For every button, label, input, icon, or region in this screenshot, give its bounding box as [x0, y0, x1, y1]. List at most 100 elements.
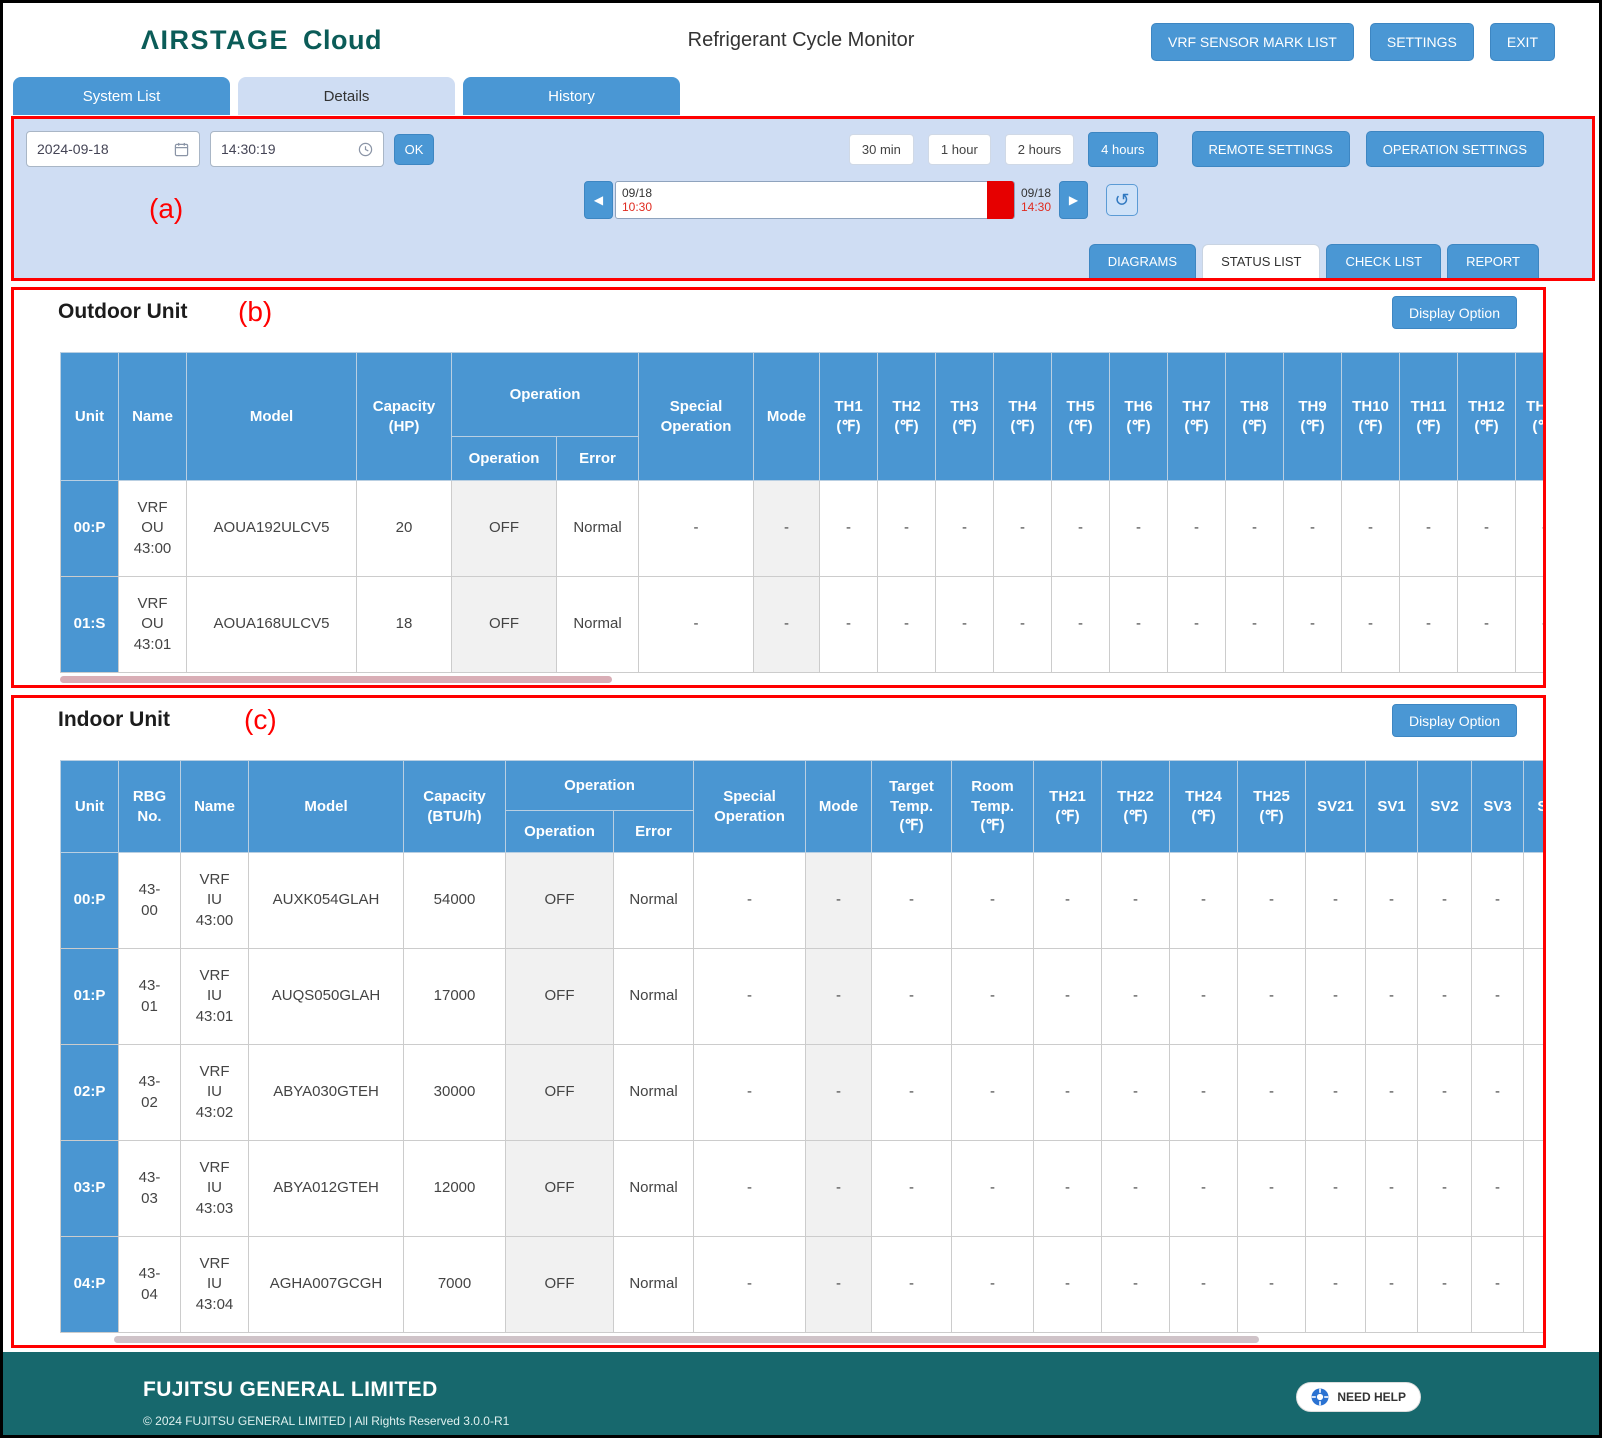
column-header-mode: Mode	[806, 761, 872, 853]
exit-button[interactable]: EXIT	[1490, 23, 1555, 61]
logo-suffix: Cloud	[303, 25, 382, 55]
tab-system-list[interactable]: System List	[13, 77, 230, 115]
cell: -	[1418, 1045, 1472, 1141]
cell: -	[639, 481, 754, 577]
timeline-prev-button[interactable]: ◀	[584, 181, 613, 219]
cell: -	[878, 481, 936, 577]
cell: 18	[357, 577, 452, 673]
tab-history[interactable]: History	[463, 77, 680, 115]
cell: -	[1400, 577, 1458, 673]
column-header-sv21: SV21	[1306, 761, 1366, 853]
time-input[interactable]: 14:30:19	[210, 131, 384, 167]
cell: -	[1366, 1141, 1418, 1237]
column-header-th24: TH24 (℉)	[1170, 761, 1238, 853]
cell: -	[1170, 853, 1238, 949]
cell: -	[1102, 1237, 1170, 1333]
column-subheader-operation: Operation	[452, 437, 557, 481]
timeline-start-date: 09/18	[622, 186, 652, 200]
cell: -	[1418, 853, 1472, 949]
footer: FUJITSU GENERAL LIMITED © 2024 FUJITSU G…	[3, 1352, 1599, 1438]
refresh-button[interactable]: ↺	[1106, 184, 1138, 216]
cell: -	[1170, 949, 1238, 1045]
cell: -	[1472, 1237, 1524, 1333]
vrf-sensor-mark-list-button[interactable]: VRF SENSOR MARK LIST	[1151, 23, 1354, 61]
tab-report[interactable]: REPORT	[1447, 244, 1539, 278]
cell: -	[1418, 949, 1472, 1045]
cell: -	[1238, 1237, 1306, 1333]
cell: -	[1110, 481, 1168, 577]
column-header-sv4: SV4	[1524, 761, 1544, 853]
annotation-box-c: (c) Indoor Unit Display Option UnitRBG N…	[11, 695, 1546, 1348]
cell: 00:P	[61, 481, 119, 577]
column-header-model: Model	[249, 761, 404, 853]
cell: 7000	[404, 1237, 506, 1333]
cell: -	[1524, 1141, 1544, 1237]
cell: -	[952, 1045, 1034, 1141]
tab-check-list[interactable]: CHECK LIST	[1326, 244, 1441, 278]
column-header-th12: TH12 (℉)	[1458, 353, 1516, 481]
cell: AOUA192ULCV5	[187, 481, 357, 577]
timeline-track[interactable]: 09/18 10:30	[615, 181, 1015, 219]
cell: -	[1052, 577, 1110, 673]
cell: OFF	[506, 949, 614, 1045]
cell: -	[1102, 853, 1170, 949]
topbar-buttons: VRF SENSOR MARK LIST SETTINGS EXIT	[1151, 23, 1555, 61]
cell: -	[1034, 949, 1102, 1045]
range-1hour-button[interactable]: 1 hour	[928, 134, 991, 165]
cell: -	[694, 1237, 806, 1333]
cell: -	[754, 481, 820, 577]
column-header-sv3: SV3	[1472, 761, 1524, 853]
cell: -	[1306, 949, 1366, 1045]
column-header-th4: TH4 (℉)	[994, 353, 1052, 481]
column-header-th9: TH9 (℉)	[1284, 353, 1342, 481]
column-header-capacity: Capacity (HP)	[357, 353, 452, 481]
page: ΛIRSTAGECloud Refrigerant Cycle Monitor …	[0, 0, 1602, 1438]
cell: -	[1524, 853, 1544, 949]
cell: -	[1516, 481, 1544, 577]
cell: -	[1458, 481, 1516, 577]
operation-settings-button[interactable]: OPERATION SETTINGS	[1366, 131, 1544, 167]
timeline-end-date: 09/18	[1021, 186, 1051, 200]
tab-details[interactable]: Details	[238, 77, 455, 115]
indoor-display-option-button[interactable]: Display Option	[1392, 704, 1517, 737]
column-header-special: Special Operation	[639, 353, 754, 481]
need-help-button[interactable]: NEED HELP	[1296, 1382, 1421, 1412]
date-input[interactable]: 2024-09-18	[26, 131, 200, 167]
cell: -	[878, 577, 936, 673]
timeline-next-button[interactable]: ▶	[1059, 181, 1088, 219]
page-title: Refrigerant Cycle Monitor	[688, 29, 915, 52]
cell: -	[1052, 481, 1110, 577]
timeline-end-time: 14:30	[1021, 200, 1051, 214]
column-subheader-operation: Operation	[506, 811, 614, 853]
cell: -	[1284, 577, 1342, 673]
range-30min-button[interactable]: 30 min	[849, 134, 914, 165]
timeline-handle[interactable]	[987, 181, 1014, 219]
remote-settings-button[interactable]: REMOTE SETTINGS	[1192, 131, 1350, 167]
ok-button[interactable]: OK	[394, 134, 434, 165]
range-2hours-button[interactable]: 2 hours	[1005, 134, 1074, 165]
cell: -	[1306, 1045, 1366, 1141]
column-header-unit: Unit	[61, 761, 119, 853]
indoor-horizontal-scrollbar[interactable]	[114, 1336, 1259, 1343]
cell: -	[694, 853, 806, 949]
cell: -	[1170, 1237, 1238, 1333]
annotation-c: (c)	[244, 706, 277, 734]
outdoor-horizontal-scrollbar[interactable]	[60, 676, 612, 683]
range-4hours-button[interactable]: 4 hours	[1088, 132, 1157, 167]
outdoor-display-option-button[interactable]: Display Option	[1392, 296, 1517, 329]
cell: -	[820, 481, 878, 577]
cell: -	[1102, 949, 1170, 1045]
column-header-th21: TH21 (℉)	[1034, 761, 1102, 853]
cell: -	[994, 577, 1052, 673]
toolbar-row-datetime: 2024-09-18 14:30:19 OK	[26, 131, 1544, 167]
cell: AGHA007GCGH	[249, 1237, 404, 1333]
settings-button[interactable]: SETTINGS	[1370, 23, 1474, 61]
cell: OFF	[506, 1141, 614, 1237]
column-header-sv1: SV1	[1366, 761, 1418, 853]
cell: -	[1110, 577, 1168, 673]
toolbar-right-group: 30 min 1 hour 2 hours 4 hours REMOTE SET…	[849, 131, 1544, 167]
tab-diagrams[interactable]: DIAGRAMS	[1089, 244, 1196, 278]
column-subheader-error: Error	[557, 437, 639, 481]
cell: -	[1170, 1141, 1238, 1237]
tab-status-list[interactable]: STATUS LIST	[1202, 244, 1320, 278]
